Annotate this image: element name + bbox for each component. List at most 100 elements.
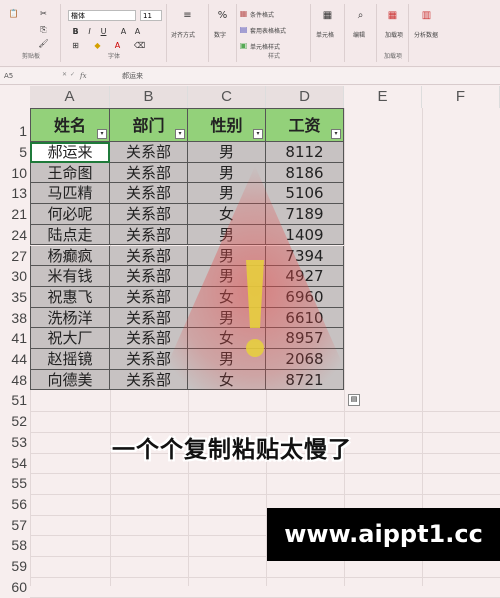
row-header[interactable]: 27 — [0, 246, 30, 267]
row-header[interactable]: 48 — [0, 370, 30, 391]
table-cell[interactable]: 6960 — [266, 286, 344, 308]
table-cell[interactable]: 4927 — [266, 266, 344, 287]
cut-icon[interactable]: ✂ — [38, 8, 49, 19]
row-header[interactable]: 58 — [0, 535, 30, 556]
paste-options-icon[interactable]: ▤ — [348, 394, 360, 407]
column-header[interactable]: E — [344, 86, 422, 108]
row-header[interactable]: 30 — [0, 266, 30, 287]
font-size-select[interactable]: 11 — [140, 10, 162, 21]
analyze-group[interactable]: ▥ 分析数据 — [410, 4, 444, 62]
table-cell[interactable]: 男 — [188, 162, 266, 184]
row-header[interactable]: 21 — [0, 204, 30, 225]
table-header-cell[interactable]: 姓名 ▾ — [30, 108, 110, 142]
row-header[interactable]: 44 — [0, 349, 30, 370]
table-cell[interactable]: 祝惠飞 — [30, 286, 110, 308]
filter-dropdown-icon[interactable]: ▾ — [331, 129, 341, 139]
table-header-cell[interactable]: 部门 ▾ — [110, 108, 188, 142]
row-header[interactable]: 1 — [0, 108, 30, 142]
row-header[interactable]: 38 — [0, 308, 30, 329]
row-header[interactable]: 41 — [0, 328, 30, 349]
table-cell[interactable]: 关系部 — [110, 349, 188, 370]
bold-button[interactable]: B — [70, 26, 81, 37]
table-cell[interactable]: 6610 — [266, 307, 344, 329]
name-box[interactable]: A5 — [4, 70, 58, 82]
table-format-button[interactable]: 套用表格格式 — [250, 26, 286, 35]
table-cell[interactable]: 5106 — [266, 183, 344, 205]
row-header[interactable]: 10 — [0, 163, 30, 184]
row-header[interactable]: 13 — [0, 183, 30, 204]
table-cell[interactable]: 男 — [188, 349, 266, 370]
fx-label[interactable]: fx — [80, 70, 87, 82]
table-cell[interactable]: 女 — [188, 204, 266, 225]
table-cell[interactable]: 关系部 — [110, 162, 188, 184]
row-header[interactable]: 52 — [0, 411, 30, 432]
format-painter-icon[interactable]: 🖌 — [38, 38, 49, 49]
conditional-format-button[interactable]: 条件格式 — [250, 10, 274, 19]
table-header-cell[interactable]: 工资 ▾ — [266, 108, 344, 142]
table-cell[interactable]: 1409 — [266, 224, 344, 246]
column-header[interactable]: F — [422, 86, 500, 108]
font-grow-icon[interactable]: A — [118, 26, 129, 37]
table-cell[interactable]: 关系部 — [110, 224, 188, 246]
filter-dropdown-icon[interactable]: ▾ — [253, 129, 263, 139]
cell-style-button[interactable]: 单元格样式 — [250, 42, 280, 51]
table-cell[interactable]: 男 — [188, 245, 266, 267]
border-icon[interactable]: ⊞ — [70, 40, 81, 51]
edit-group[interactable]: ⌕ 编辑 — [346, 4, 377, 62]
font-color-icon[interactable]: A — [112, 40, 123, 51]
table-cell[interactable]: 男 — [188, 266, 266, 287]
table-cell[interactable]: 关系部 — [110, 328, 188, 349]
font-shrink-icon[interactable]: A — [132, 26, 143, 37]
table-cell[interactable]: 8112 — [266, 142, 344, 163]
table-header-cell[interactable]: 性别 ▾ — [188, 108, 266, 142]
table-cell[interactable]: 祝大厂 — [30, 328, 110, 349]
table-cell[interactable]: 关系部 — [110, 142, 188, 163]
table-cell[interactable]: 8721 — [266, 369, 344, 391]
table-cell[interactable]: 洗杨洋 — [30, 307, 110, 329]
row-header[interactable]: 5 — [0, 142, 30, 163]
table-cell[interactable]: 男 — [188, 142, 266, 163]
table-cell[interactable]: 关系部 — [110, 369, 188, 391]
table-cell[interactable]: 2068 — [266, 349, 344, 370]
table-cell[interactable]: 马匹精 — [30, 183, 110, 205]
column-header[interactable]: B — [110, 86, 188, 108]
row-header[interactable]: 54 — [0, 453, 30, 474]
table-cell[interactable]: 关系部 — [110, 245, 188, 267]
table-cell[interactable]: 杨癫疯 — [30, 245, 110, 267]
formula-input[interactable]: 郝运来 — [122, 70, 143, 82]
align-group[interactable]: ≡ 对齐方式 — [168, 4, 209, 62]
table-cell[interactable]: 关系部 — [110, 204, 188, 225]
table-cell[interactable]: 女 — [188, 286, 266, 308]
italic-button[interactable]: I — [84, 26, 95, 37]
cancel-icon[interactable]: ✕ — [62, 71, 67, 78]
underline-button[interactable]: U — [98, 26, 109, 37]
table-cell[interactable]: 女 — [188, 369, 266, 391]
row-header[interactable]: 56 — [0, 494, 30, 515]
row-header[interactable]: 55 — [0, 473, 30, 494]
row-header[interactable]: 57 — [0, 515, 30, 536]
table-cell[interactable]: 关系部 — [110, 183, 188, 205]
cells-group[interactable]: ▦ 单元格 — [312, 4, 345, 62]
number-group[interactable]: % 数字 — [210, 4, 237, 62]
table-cell[interactable]: 何必呢 — [30, 204, 110, 225]
table-cell[interactable]: 关系部 — [110, 266, 188, 287]
row-header[interactable]: 24 — [0, 225, 30, 246]
clear-format-icon[interactable]: ⌫ — [134, 40, 145, 51]
row-header[interactable]: 53 — [0, 432, 30, 453]
column-header[interactable]: A — [30, 86, 110, 108]
paste-icon[interactable]: 📋 — [8, 8, 19, 19]
column-header[interactable]: D — [266, 86, 344, 108]
select-all-corner[interactable] — [0, 86, 31, 108]
table-cell[interactable]: 王命图 — [30, 162, 110, 184]
copy-icon[interactable]: ⎘ — [38, 24, 49, 35]
table-cell[interactable]: 向德美 — [30, 369, 110, 391]
row-header[interactable]: 59 — [0, 556, 30, 577]
row-header[interactable]: 35 — [0, 287, 30, 308]
table-cell[interactable]: 关系部 — [110, 307, 188, 329]
table-cell[interactable]: 7394 — [266, 245, 344, 267]
table-cell[interactable]: 8957 — [266, 328, 344, 349]
table-cell[interactable]: 郝运来 — [30, 142, 110, 163]
row-header[interactable]: 51 — [0, 390, 30, 411]
table-cell[interactable]: 陆点走 — [30, 224, 110, 246]
fill-color-icon[interactable]: ◆ — [92, 40, 103, 51]
